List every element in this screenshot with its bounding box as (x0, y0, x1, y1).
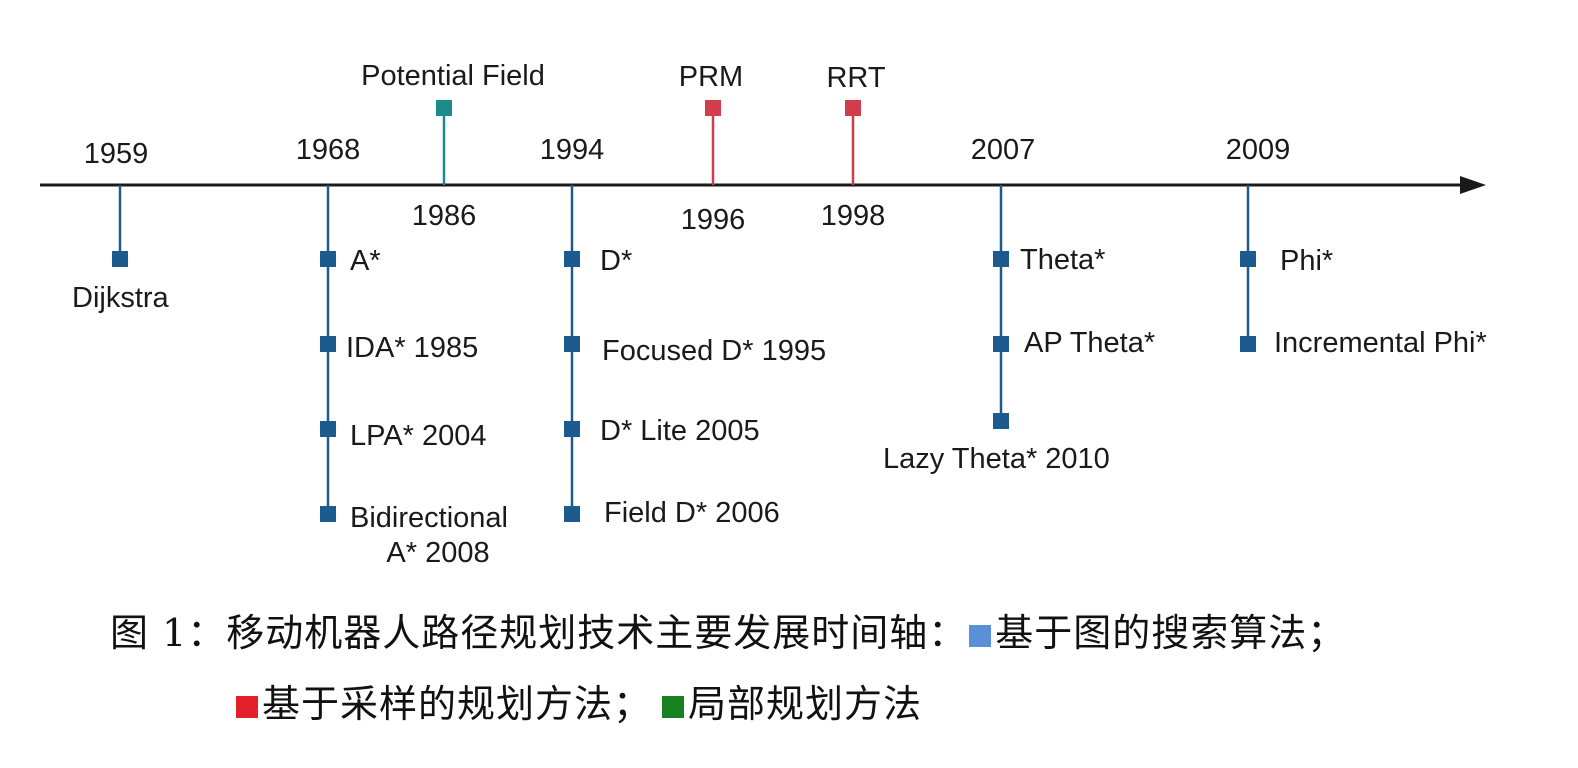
legend-local-label: 局部规划方法 (688, 682, 923, 726)
algorithm-label: D* Lite 2005 (600, 415, 760, 447)
legend-sampling-label: 基于采样的规划方法； (262, 682, 653, 726)
method-label: PRM (679, 61, 743, 93)
marker-1968-0 (320, 251, 336, 267)
caption-line-1: 图 1：移动机器人路径规划技术主要发展时间轴： 基于图的搜索算法； (110, 602, 1346, 657)
algorithm-label: Dijkstra (72, 282, 170, 314)
algorithm-label: Field D* 2006 (604, 497, 780, 529)
marker-1968-3 (320, 506, 336, 522)
algorithm-label: Bidirectional A* 2008 (350, 502, 508, 569)
year-label-2009: 2009 (1226, 134, 1291, 166)
marker-1986 (436, 100, 452, 116)
year-label-2007: 2007 (971, 134, 1036, 166)
algorithm-label: A* (350, 245, 381, 277)
marker-1994-2 (564, 421, 580, 437)
algorithm-label: D* (600, 245, 632, 277)
legend-local-swatch (662, 696, 685, 718)
marker-1998 (845, 100, 861, 116)
marker-2007-2 (993, 413, 1009, 429)
legend-graph-search-swatch (969, 625, 992, 647)
algorithm-label: AP Theta* (1024, 327, 1155, 359)
figure: 1959 Dijkstra 1968 A* IDA* 1985 LPA* 2004 Bidi… (0, 0, 1578, 768)
year-label-1968: 1968 (296, 134, 361, 166)
marker-2007-1 (993, 336, 1009, 352)
caption-line-2: 基于采样的规划方法； 局部规划方法 (234, 673, 922, 728)
marker-1959-0 (112, 251, 128, 267)
method-label: Potential Field (361, 60, 545, 92)
method-label: RRT (826, 62, 885, 94)
timeline-diagram: 1959 Dijkstra 1968 A* IDA* 1985 LPA* 2004 Bidi… (40, 60, 1487, 569)
marker-1994-3 (564, 506, 580, 522)
legend-graph-search-label: 基于图的搜索算法； (995, 611, 1347, 655)
year-label-1998: 1998 (821, 200, 886, 232)
marker-1994-0 (564, 251, 580, 267)
marker-2009-0 (1240, 251, 1256, 267)
algorithm-label: Focused D* 1995 (602, 335, 826, 367)
algorithm-label: Phi* (1280, 245, 1333, 277)
marker-1994-1 (564, 336, 580, 352)
year-label-1994: 1994 (540, 134, 605, 166)
marker-2007-0 (993, 251, 1009, 267)
algorithm-label: Theta* (1020, 244, 1105, 276)
marker-1968-2 (320, 421, 336, 437)
year-label-1959: 1959 (84, 138, 149, 170)
algorithm-label: Lazy Theta* 2010 (883, 443, 1110, 475)
year-label-1986: 1986 (412, 200, 477, 232)
legend-sampling-swatch (236, 696, 258, 718)
marker-1996 (705, 100, 721, 116)
timeline-arrowhead (1460, 176, 1486, 194)
marker-2009-1 (1240, 336, 1256, 352)
year-label-1996: 1996 (681, 204, 746, 236)
algorithm-label: IDA* 1985 (346, 332, 478, 364)
caption-title: 图 1：移动机器人路径规划技术主要发展时间轴： (110, 611, 968, 655)
algorithm-label: Incremental Phi* (1274, 327, 1487, 359)
marker-1968-1 (320, 336, 336, 352)
algorithm-label: LPA* 2004 (350, 420, 487, 452)
